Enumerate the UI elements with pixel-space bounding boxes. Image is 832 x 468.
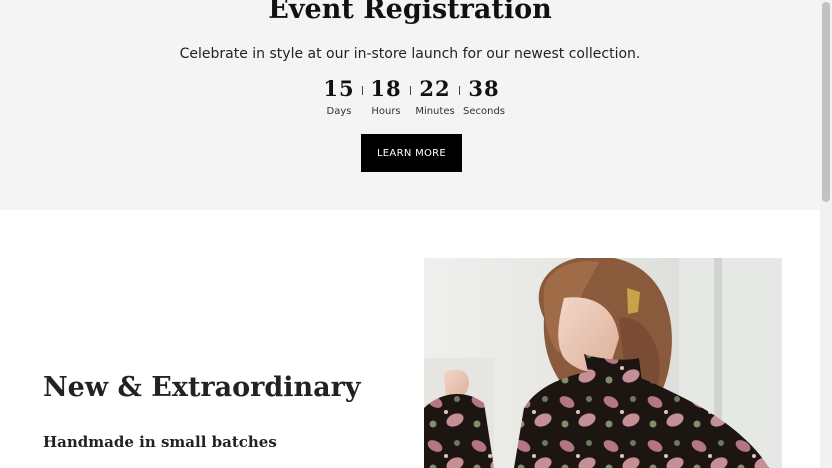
feature-heading: New & Extraordinary xyxy=(43,372,361,403)
event-title: Event Registration xyxy=(268,0,552,25)
woman-in-paisley-blouse-image xyxy=(424,258,782,468)
countdown-seconds-value: 38 xyxy=(468,76,500,101)
page-scrollbar[interactable] xyxy=(820,0,832,468)
event-registration-section: Event Registration Celebrate in style at… xyxy=(0,0,820,210)
feature-subheading: Handmade in small batches xyxy=(43,433,277,451)
event-description: Celebrate in style at our in-store launc… xyxy=(179,46,641,62)
scrollbar-thumb[interactable] xyxy=(822,2,830,202)
learn-more-button[interactable]: LEARN MORE xyxy=(361,134,462,172)
countdown-seconds-label: Seconds xyxy=(462,106,505,117)
countdown-seconds: 38 Seconds xyxy=(454,76,514,117)
countdown-timer: 15 Days 18 Hours 22 Minutes 38 Seconds xyxy=(0,76,820,122)
